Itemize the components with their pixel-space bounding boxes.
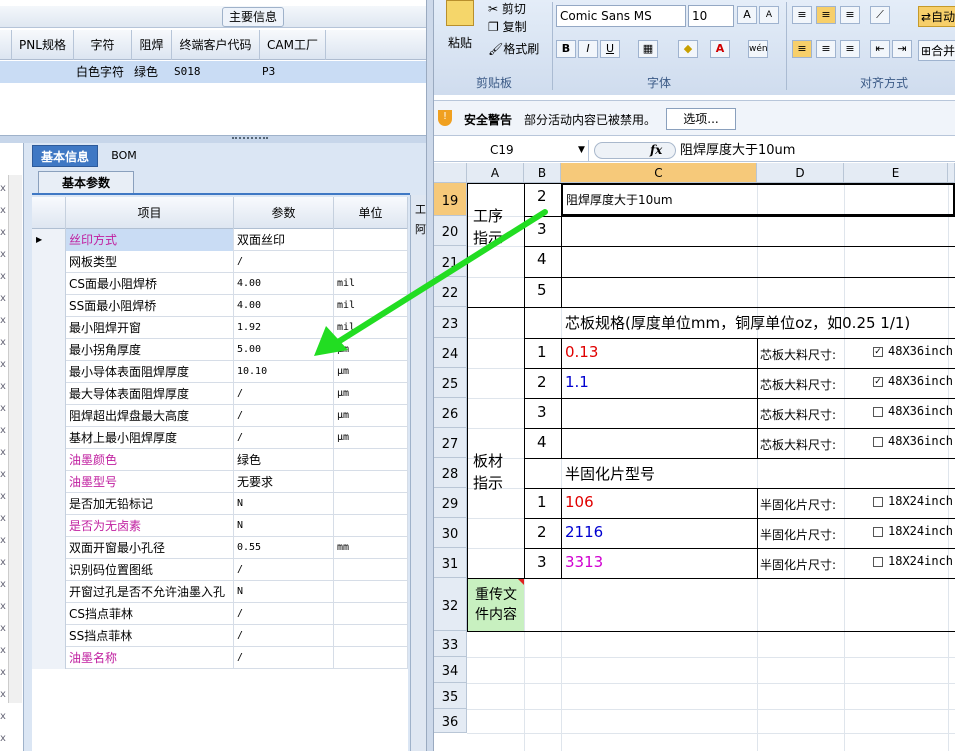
arrow-shaft [327,209,548,350]
annotation-arrow [314,209,548,356]
